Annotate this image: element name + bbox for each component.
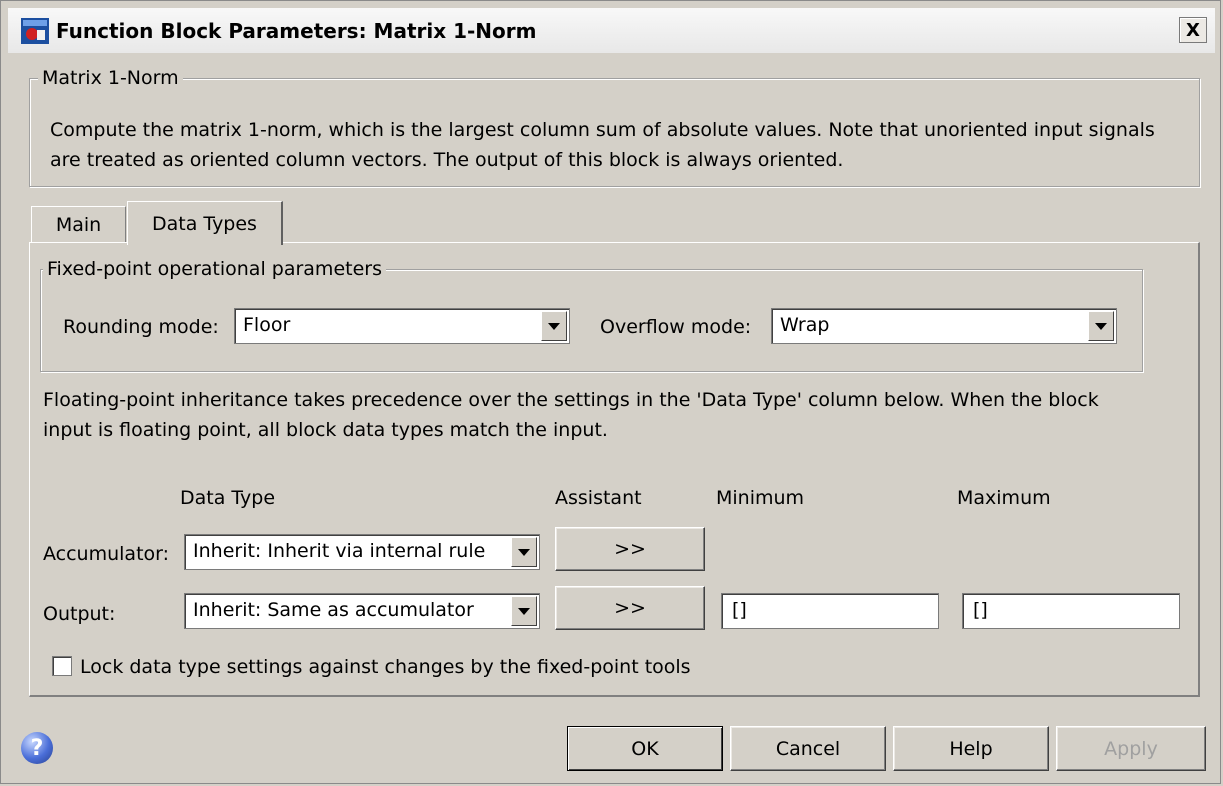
header-minimum: Minimum: [716, 487, 805, 509]
overflow-mode-label: Overflow mode:: [600, 316, 752, 338]
cancel-button-label: Cancel: [775, 737, 841, 760]
output-data-type-select[interactable]: Inherit: Same as accumulator: [184, 593, 540, 629]
inheritance-note-line-1: Floating-point inheritance takes precede…: [43, 389, 1099, 411]
lock-data-type-label: Lock data type settings against changes …: [80, 656, 691, 678]
rounding-mode-select[interactable]: Floor: [234, 308, 570, 344]
output-data-type-value: Inherit: Same as accumulator: [193, 599, 474, 621]
fixed-point-group-label: Fixed-point operational parameters: [43, 258, 386, 280]
overflow-mode-value: Wrap: [780, 314, 830, 336]
accumulator-label: Accumulator:: [43, 543, 170, 565]
chevron-down-icon[interactable]: [511, 537, 537, 567]
accumulator-data-type-value: Inherit: Inherit via internal rule: [193, 540, 486, 562]
header-assistant: Assistant: [555, 487, 642, 509]
block-description-line-2: are treated as oriented column vectors. …: [50, 149, 844, 171]
chevron-down-icon[interactable]: [541, 311, 567, 341]
inheritance-note-line-2: input is floating point, all block data …: [43, 419, 608, 441]
chevron-down-icon[interactable]: [511, 596, 537, 626]
tab-data-types[interactable]: Data Types: [127, 201, 283, 245]
block-description-line-1: Compute the matrix 1-norm, which is the …: [50, 119, 1155, 141]
ok-button[interactable]: OK: [567, 726, 723, 771]
accumulator-assistant-label: >>: [614, 538, 646, 560]
apply-button-label: Apply: [1104, 737, 1158, 760]
tab-main-label: Main: [55, 213, 102, 236]
lock-data-type-checkbox[interactable]: [52, 656, 72, 676]
output-maximum-input[interactable]: []: [962, 593, 1180, 629]
window-title: Function Block Parameters: Matrix 1-Norm: [56, 18, 537, 43]
output-maximum-value: []: [973, 599, 988, 621]
rounding-mode-label: Rounding mode:: [63, 316, 219, 338]
header-data-type: Data Type: [180, 487, 276, 509]
data-types-panel: Fixed-point operational parameters Round…: [29, 242, 1200, 697]
help-button-label: Help: [949, 737, 993, 760]
apply-button[interactable]: Apply: [1056, 726, 1206, 771]
chevron-down-icon[interactable]: [1088, 311, 1114, 341]
output-assistant-label: >>: [614, 597, 646, 619]
output-label: Output:: [43, 603, 116, 625]
accumulator-assistant-button[interactable]: >>: [555, 527, 705, 571]
dialog-window: Function Block Parameters: Matrix 1-Norm…: [0, 0, 1221, 784]
help-icon[interactable]: ?: [21, 732, 53, 764]
rounding-mode-value: Floor: [243, 314, 291, 336]
tab-data-types-label: Data Types: [152, 212, 257, 235]
output-assistant-button[interactable]: >>: [555, 586, 705, 630]
simulink-app-icon: [20, 16, 50, 46]
output-minimum-value: []: [732, 599, 747, 621]
header-maximum: Maximum: [957, 487, 1051, 509]
overflow-mode-select[interactable]: Wrap: [771, 308, 1117, 344]
close-icon: X: [1186, 19, 1200, 41]
title-bar: Function Block Parameters: Matrix 1-Norm…: [8, 8, 1215, 53]
accumulator-data-type-select[interactable]: Inherit: Inherit via internal rule: [184, 534, 540, 570]
help-icon-glyph: ?: [30, 735, 44, 761]
tab-main[interactable]: Main: [31, 206, 126, 242]
cancel-button[interactable]: Cancel: [730, 726, 886, 771]
close-button[interactable]: X: [1179, 17, 1207, 43]
ok-button-label: OK: [631, 737, 659, 760]
block-description-group: Matrix 1-Norm Compute the matrix 1-norm,…: [29, 67, 1200, 187]
output-minimum-input[interactable]: []: [721, 593, 939, 629]
fixed-point-group: Fixed-point operational parameters Round…: [40, 258, 1143, 372]
help-button[interactable]: Help: [893, 726, 1049, 771]
block-name-label: Matrix 1-Norm: [38, 67, 183, 89]
